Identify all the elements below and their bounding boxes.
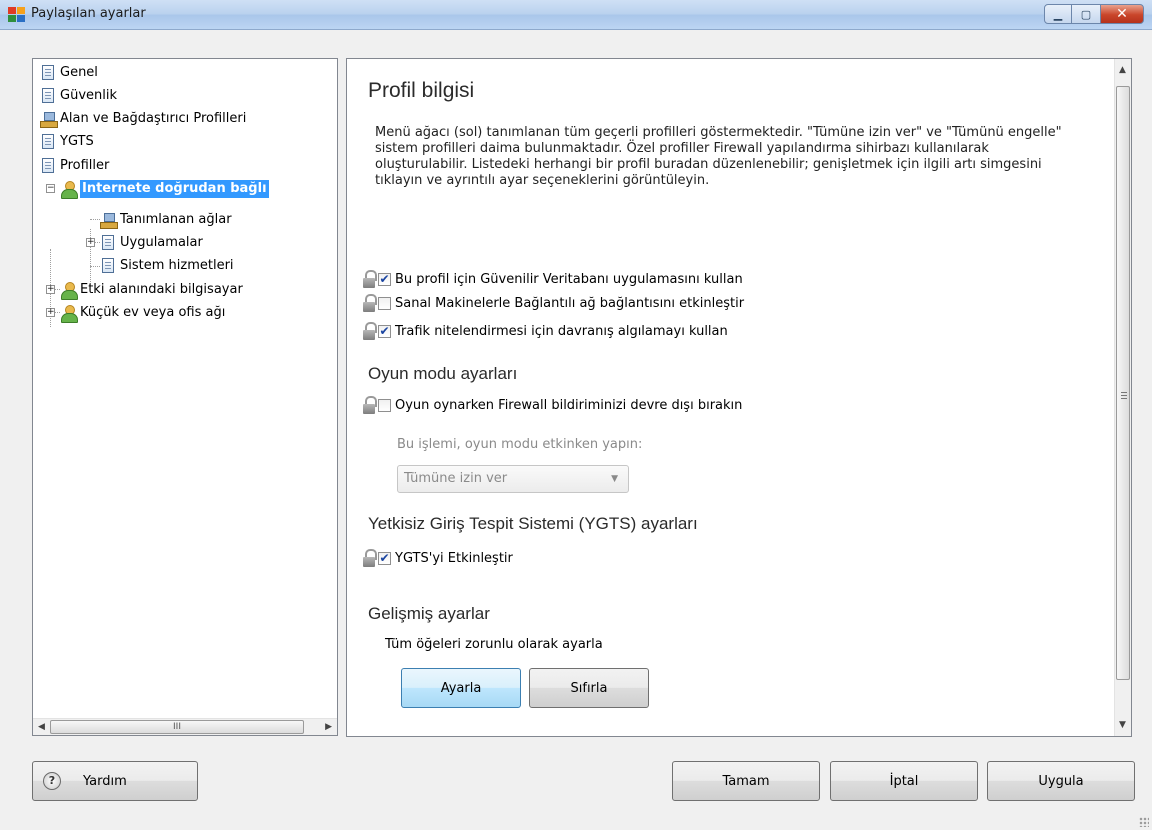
content-vertical-scrollbar[interactable]: ▲ ▼	[1114, 59, 1131, 736]
title-bar: Paylaşılan ayarlar ▁ ▢ ✕	[0, 0, 1152, 30]
tree-item-label: Internete doğrudan bağlı	[80, 179, 269, 198]
settings-tree[interactable]: Genel Güvenlik Alan ve Bağdaştırıcı Prof…	[32, 58, 338, 736]
tree-item-label: Uygulamalar	[120, 235, 203, 250]
behavior-detection-checkbox[interactable]: ✔	[378, 324, 391, 338]
tree-item-uygulamalar[interactable]: Uygulamalar	[100, 233, 203, 252]
lock-icon[interactable]	[363, 294, 377, 312]
option-label: YGTS'yi Etkinleştir	[395, 550, 513, 566]
trusted-db-checkbox[interactable]: ✔	[378, 272, 391, 286]
advanced-text: Tüm öğeleri zorunlu olarak ayarla	[385, 637, 603, 652]
resize-grip-icon[interactable]	[1139, 817, 1149, 827]
ok-button[interactable]: Tamam	[672, 761, 820, 801]
reset-button[interactable]: Sıfırla	[529, 668, 649, 708]
expand-toggle[interactable]: +	[46, 285, 55, 294]
document-icon	[40, 157, 56, 174]
option-game-mode[interactable]: Oyun oynarken Firewall bildiriminizi dev…	[363, 395, 742, 415]
tree-item-label: Güvenlik	[60, 88, 117, 103]
scroll-grip: III	[173, 722, 181, 732]
close-button[interactable]: ✕	[1100, 4, 1144, 24]
scroll-left-icon[interactable]: ◀	[38, 722, 45, 732]
option-trusted-db[interactable]: ✔ Bu profil için Güvenilir Veritabanı uy…	[363, 269, 743, 289]
set-button[interactable]: Ayarla	[401, 668, 521, 708]
page-title: Profil bilgisi	[368, 79, 475, 102]
expand-toggle[interactable]: +	[86, 238, 95, 247]
document-icon	[100, 257, 116, 274]
tree-item-internete-dogrudan-bagli[interactable]: Internete doğrudan bağlı	[60, 179, 269, 199]
option-label: Bu profil için Güvenilir Veritabanı uygu…	[395, 271, 743, 287]
scroll-right-icon[interactable]: ▶	[325, 722, 332, 732]
game-mode-heading: Oyun modu ayarları	[368, 364, 518, 383]
document-icon	[40, 64, 56, 81]
window-title: Paylaşılan ayarlar	[31, 6, 146, 21]
cancel-button[interactable]: İptal	[830, 761, 978, 801]
minimize-button[interactable]: ▁	[1044, 4, 1072, 24]
scroll-down-icon[interactable]: ▼	[1119, 720, 1126, 730]
tree-item-label: Etki alanındaki bilgisayar	[80, 282, 243, 297]
tree-item-guvenlik[interactable]: Güvenlik	[40, 86, 117, 105]
close-icon: ✕	[1116, 6, 1128, 22]
advanced-heading: Gelişmiş ayarlar	[368, 604, 490, 623]
apply-button[interactable]: Uygula	[987, 761, 1135, 801]
option-label: Sanal Makinelerle Bağlantılı ağ bağlantı…	[395, 295, 745, 311]
lock-icon[interactable]	[363, 549, 377, 567]
tree-item-tanimlanan-aglar[interactable]: Tanımlanan ağlar	[100, 210, 232, 229]
network-icon	[100, 212, 118, 229]
option-virtual-machines[interactable]: Sanal Makinelerle Bağlantılı ağ bağlantı…	[363, 293, 744, 313]
tree-item-label: YGTS	[60, 134, 94, 149]
help-icon: ?	[43, 772, 61, 790]
help-button[interactable]: ? Yardım	[32, 761, 198, 801]
tree-item-label: Sistem hizmetleri	[120, 258, 234, 273]
user-icon	[60, 304, 78, 323]
game-mode-action-label: Bu işlemi, oyun modu etkinken yapın:	[397, 437, 643, 452]
minimize-icon: ▁	[1053, 7, 1063, 21]
lock-icon[interactable]	[363, 322, 377, 340]
maximize-icon: ▢	[1080, 7, 1092, 21]
profile-info-panel: Profil bilgisi Menü ağacı (sol) tanımlan…	[346, 58, 1132, 737]
scroll-grip	[1121, 392, 1127, 399]
document-icon	[40, 87, 56, 104]
scroll-thumb[interactable]	[1116, 86, 1130, 680]
tree-item-label: Tanımlanan ağlar	[120, 212, 232, 227]
lock-icon[interactable]	[363, 396, 377, 414]
option-label: Oyun oynarken Firewall bildiriminizi dev…	[395, 397, 743, 413]
tree-item-etki-alani[interactable]: Etki alanındaki bilgisayar	[60, 280, 243, 300]
tree-item-genel[interactable]: Genel	[40, 63, 98, 82]
game-mode-checkbox[interactable]	[378, 398, 391, 412]
tree-connector	[90, 219, 100, 220]
tree-item-label: Profiller	[60, 158, 110, 173]
tree-item-ygts[interactable]: YGTS	[40, 132, 94, 151]
tree-horizontal-scrollbar[interactable]: ◀ III ▶	[33, 718, 337, 735]
tree-item-label: Genel	[60, 65, 98, 80]
option-behavior-detection[interactable]: ✔ Trafik nitelendirmesi için davranış al…	[363, 321, 728, 341]
help-button-label: Yardım	[83, 773, 127, 789]
document-icon	[40, 133, 56, 150]
profile-description: Menü ağacı (sol) tanımlanan tüm geçerli …	[375, 125, 1062, 188]
tree-item-kucuk-ev-ofis[interactable]: Küçük ev veya ofis ağı	[60, 303, 226, 323]
user-icon	[60, 180, 78, 199]
tree-item-label: Küçük ev veya ofis ağı	[80, 305, 226, 320]
expand-toggle[interactable]: +	[46, 308, 55, 317]
select-value: Tümüne izin ver	[404, 471, 508, 486]
game-mode-action-select: Tümüne izin ver ▼	[397, 465, 629, 493]
tree-item-label: Alan ve Bağdaştırıcı Profilleri	[60, 111, 247, 126]
scroll-up-icon[interactable]: ▲	[1119, 65, 1126, 75]
tree-item-sistem-hizmetleri[interactable]: Sistem hizmetleri	[100, 256, 234, 275]
option-label: Trafik nitelendirmesi için davranış algı…	[395, 323, 728, 339]
lock-icon[interactable]	[363, 270, 377, 288]
collapse-toggle[interactable]: −	[46, 184, 55, 193]
avg-logo-icon	[8, 7, 25, 22]
tree-item-profiller[interactable]: Profiller	[40, 156, 109, 175]
user-icon	[60, 281, 78, 300]
tree-connector	[90, 266, 100, 267]
option-enable-ygts[interactable]: ✔ YGTS'yi Etkinleştir	[363, 548, 513, 568]
ids-heading: Yetkisiz Giriş Tespit Sistemi (YGTS) aya…	[368, 514, 698, 533]
chevron-down-icon: ▼	[611, 474, 618, 484]
enable-ygts-checkbox[interactable]: ✔	[378, 551, 391, 565]
scroll-thumb[interactable]: III	[50, 720, 304, 734]
network-icon	[40, 111, 58, 128]
maximize-button[interactable]: ▢	[1072, 4, 1100, 24]
tree-item-alan-profilleri[interactable]: Alan ve Bağdaştırıcı Profilleri	[40, 109, 246, 128]
virtual-machines-checkbox[interactable]	[378, 296, 391, 310]
document-icon	[100, 234, 116, 251]
